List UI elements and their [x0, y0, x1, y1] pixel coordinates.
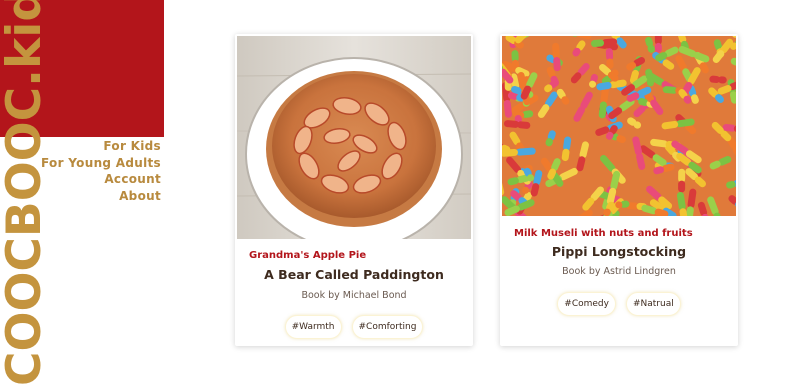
tag[interactable]: #Comedy	[557, 292, 616, 316]
book-author: Book by Astrid Lindgren	[562, 266, 676, 277]
nav-item-for-young-adults[interactable]: For Young Adults	[41, 155, 161, 172]
gummy-worms-image	[502, 36, 736, 216]
tag-list: #Comedy #Natrual	[500, 292, 738, 316]
tag-list: #Warmth #Comforting	[235, 315, 473, 339]
book-card[interactable]: Grandma's Apple Pie A Bear Called Paddin…	[235, 34, 473, 346]
nav-item-for-kids[interactable]: For Kids	[103, 138, 161, 155]
tag[interactable]: #Natrual	[625, 292, 681, 316]
nav-item-about[interactable]: About	[119, 188, 161, 205]
apple-pie-image	[237, 36, 471, 239]
recipe-name: Milk Museli with nuts and fruits	[514, 228, 693, 239]
main-nav: For Kids For Young Adults Account About	[41, 138, 161, 204]
book-title[interactable]: A Bear Called Paddington	[235, 267, 473, 282]
tag[interactable]: #Warmth	[284, 315, 342, 339]
logo-tld: .kids	[3, 0, 47, 87]
nav-item-account[interactable]: Account	[104, 171, 161, 188]
logo-brand: COOCBOOC	[3, 86, 47, 386]
recipe-name: Grandma's Apple Pie	[249, 250, 367, 261]
book-title[interactable]: Pippi Longstocking	[500, 244, 738, 259]
tag[interactable]: #Comforting	[351, 315, 424, 339]
book-card[interactable]: Milk Museli with nuts and fruits Pippi L…	[500, 34, 738, 346]
book-author: Book by Michael Bond	[301, 290, 407, 301]
